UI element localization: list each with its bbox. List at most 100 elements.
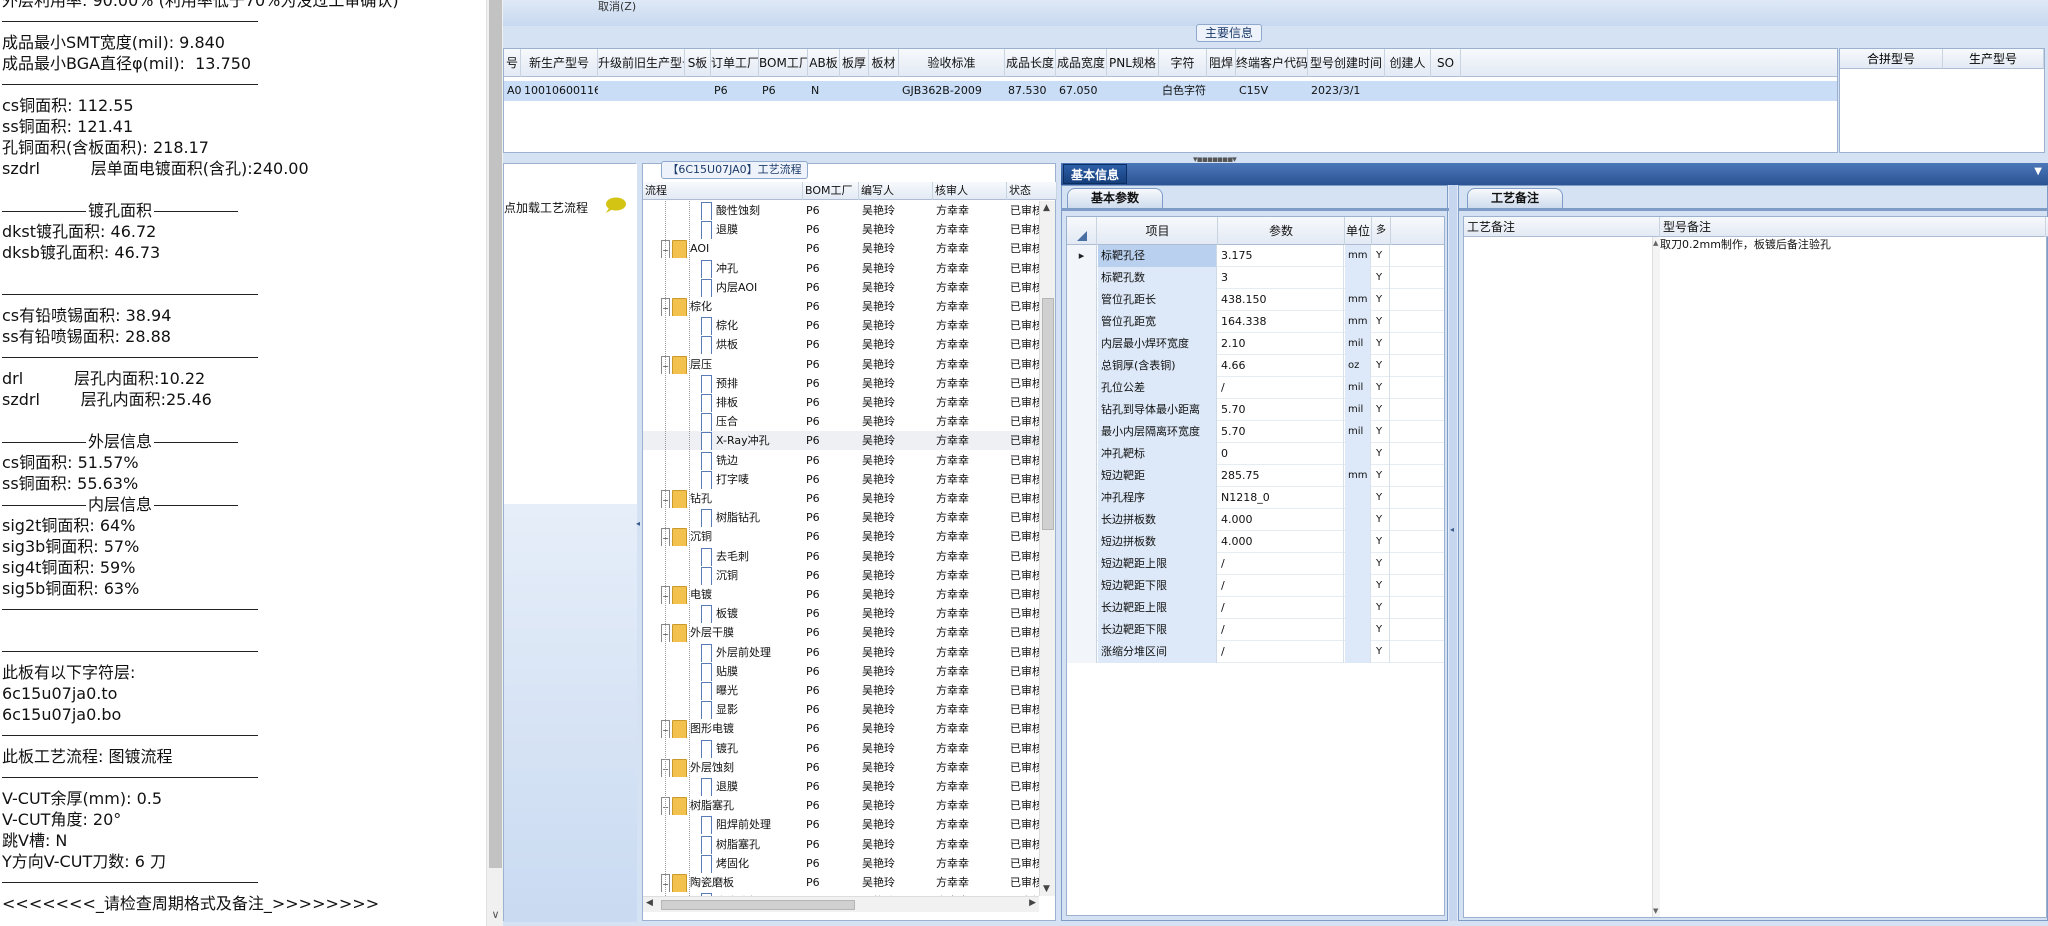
vertical-splitter[interactable]: ◂ xyxy=(1449,185,1457,921)
param-cell-unit[interactable]: mm xyxy=(1345,311,1371,333)
param-row[interactable]: 长边拼板数 4.000 Y xyxy=(1067,509,1444,531)
col-status[interactable]: 状态 xyxy=(1007,182,1057,200)
main-info-cell[interactable] xyxy=(1207,81,1236,101)
param-cell-unit[interactable] xyxy=(1345,619,1371,641)
main-info-cell[interactable]: 2023/3/1 xyxy=(1308,81,1385,101)
param-cell-unit[interactable]: mil xyxy=(1345,399,1371,421)
main-info-col-header[interactable]: 订单工厂 xyxy=(711,49,759,77)
param-row[interactable]: 总铜厚(含表铜) 4.66 oz Y xyxy=(1067,355,1444,377)
tree-row[interactable]: 打字唛 P6 吴艳玲 方幸幸 已审核 xyxy=(643,470,1039,489)
tree-node[interactable]: − 棕化 xyxy=(661,297,803,316)
param-row[interactable]: 长边靶距下限 / Y xyxy=(1067,619,1444,641)
param-cell-unit[interactable] xyxy=(1345,531,1371,553)
main-info-cell[interactable] xyxy=(685,81,711,101)
param-row[interactable]: 管位孔距宽 164.338 mm Y xyxy=(1067,311,1444,333)
tree-node[interactable]: 预排 xyxy=(701,374,803,393)
tree-node[interactable]: 排板 xyxy=(701,393,803,412)
param-cell-unit[interactable] xyxy=(1345,487,1371,509)
tree-node[interactable]: 冲孔 xyxy=(701,259,803,278)
tree-node[interactable]: X-Ray冲孔 xyxy=(701,431,803,450)
tree-node[interactable]: 烤固化 xyxy=(701,854,803,873)
tree-row[interactable]: 树脂塞孔 P6 吴艳玲 方幸幸 已审核 xyxy=(643,835,1039,854)
param-cell-value[interactable]: 4.000 xyxy=(1218,509,1344,531)
param-cell-value[interactable]: 3 xyxy=(1218,267,1344,289)
notes-scrollbar[interactable]: ▲ ▼ xyxy=(1652,237,1660,917)
tree-row[interactable]: 铣边 P6 吴艳玲 方幸幸 已审核 xyxy=(643,451,1039,470)
tree-node[interactable]: − 外层干膜 xyxy=(661,623,803,642)
param-cell-flag[interactable]: Y xyxy=(1372,355,1390,377)
tree-row[interactable]: 阻焊前处理 P6 吴艳玲 方幸幸 已审核 xyxy=(643,815,1039,834)
dropdown-arrow-icon[interactable]: ▼ xyxy=(2034,166,2042,177)
col-multi[interactable]: 多 xyxy=(1372,217,1391,245)
tree-row[interactable]: 外层前处理 P6 吴艳玲 方幸幸 已审核 xyxy=(643,643,1039,662)
scrollbar-thumb[interactable] xyxy=(489,0,502,868)
col-model-note[interactable]: 型号备注 xyxy=(1660,217,2046,237)
tree-row[interactable]: 酸性蚀刻 P6 吴艳玲 方幸幸 已审核 xyxy=(643,201,1039,220)
col-flow[interactable]: 流程 xyxy=(643,182,803,200)
param-row[interactable]: 标靶孔数 3 Y xyxy=(1067,267,1444,289)
tree-horizontal-scrollbar[interactable]: ◀ ▶ xyxy=(643,896,1039,912)
tree-node[interactable]: 沉铜 xyxy=(701,566,803,585)
param-row[interactable]: 最小内层隔离环宽度 5.70 mil Y xyxy=(1067,421,1444,443)
main-info-cell[interactable]: N xyxy=(808,81,840,101)
param-cell-unit[interactable]: oz xyxy=(1345,355,1371,377)
tree-node[interactable]: 树脂塞孔 xyxy=(701,835,803,854)
param-cell-flag[interactable]: Y xyxy=(1372,487,1390,509)
tab-basic-params[interactable]: 基本参数 xyxy=(1067,188,1163,208)
param-cell-value[interactable]: 3.175 xyxy=(1218,245,1344,267)
tree-node[interactable]: 铣边 xyxy=(701,451,803,470)
tree-row[interactable]: 沉铜 P6 吴艳玲 方幸幸 已审核 xyxy=(643,566,1039,585)
tree-node[interactable]: 曝光 xyxy=(701,681,803,700)
param-cell-item[interactable]: 管位孔距长 xyxy=(1098,289,1217,311)
param-cell-flag[interactable]: Y xyxy=(1372,267,1390,289)
load-flow-link[interactable]: 点加载工艺流程 xyxy=(504,199,588,216)
tree-node[interactable]: 内层AOI xyxy=(701,278,803,297)
main-info-cell[interactable] xyxy=(598,81,685,101)
tree-row[interactable]: − 钻孔 P6 吴艳玲 方幸幸 已审核 xyxy=(643,489,1039,508)
tree-row[interactable]: 预排 P6 吴艳玲 方幸幸 已审核 xyxy=(643,374,1039,393)
scroll-right-icon[interactable]: ▶ xyxy=(1029,898,1036,908)
param-cell-value[interactable]: 438.150 xyxy=(1218,289,1344,311)
param-cell-item[interactable]: 长边拼板数 xyxy=(1098,509,1217,531)
main-info-cell[interactable] xyxy=(1107,81,1159,101)
scroll-down-arrow-icon[interactable]: ∨ xyxy=(489,908,502,924)
param-cell-item[interactable]: 长边靶距上限 xyxy=(1098,597,1217,619)
tree-row[interactable]: 烤固化 P6 吴艳玲 方幸幸 已审核 xyxy=(643,854,1039,873)
tree-node[interactable]: − AOI xyxy=(661,239,803,258)
main-info-col-header[interactable]: 升级前旧生产型号 xyxy=(598,49,685,77)
tree-row[interactable]: − 外层干膜 P6 吴艳玲 方幸幸 已审核 xyxy=(643,623,1039,642)
param-cell-flag[interactable]: Y xyxy=(1372,531,1390,553)
param-cell-unit[interactable]: mm xyxy=(1345,465,1371,487)
param-row[interactable]: 内层最小焊环宽度 2.10 mil Y xyxy=(1067,333,1444,355)
tree-node[interactable]: 去毛刺 xyxy=(701,547,803,566)
param-cell-item[interactable]: 涨缩分堆区间 xyxy=(1098,641,1217,663)
param-cell-unit[interactable] xyxy=(1345,443,1371,465)
tree-row[interactable]: − AOI P6 吴艳玲 方幸幸 已审核 xyxy=(643,239,1039,258)
param-row[interactable]: 孔位公差 / mil Y xyxy=(1067,377,1444,399)
param-cell-flag[interactable]: Y xyxy=(1372,377,1390,399)
param-cell-item[interactable]: 标靶孔数 xyxy=(1098,267,1217,289)
param-cell-item[interactable]: 孔位公差 xyxy=(1098,377,1217,399)
param-cell-flag[interactable]: Y xyxy=(1372,575,1390,597)
tree-node[interactable]: 棕化 xyxy=(701,316,803,335)
tree-row[interactable]: 烘板 P6 吴艳玲 方幸幸 已审核 xyxy=(643,335,1039,354)
param-cell-unit[interactable]: mil xyxy=(1345,421,1371,443)
param-cell-item[interactable]: 冲孔程序 xyxy=(1098,487,1217,509)
param-cell-flag[interactable]: Y xyxy=(1372,421,1390,443)
tree-node[interactable]: 烘板 xyxy=(701,335,803,354)
scrollbar-thumb[interactable] xyxy=(661,900,855,910)
param-cell-unit[interactable] xyxy=(1345,641,1371,663)
param-cell-unit[interactable]: mil xyxy=(1345,377,1371,399)
param-cell-item[interactable]: 最小内层隔离环宽度 xyxy=(1098,421,1217,443)
tree-node[interactable]: − 图形电镀 xyxy=(661,719,803,738)
tree-row[interactable]: 树脂钻孔 P6 吴艳玲 方幸幸 已审核 xyxy=(643,508,1039,527)
col-merge-model[interactable]: 合拼型号 xyxy=(1840,49,1943,69)
main-info-col-header[interactable]: 新生产型号 xyxy=(521,49,598,77)
param-cell-item[interactable]: 短边拼板数 xyxy=(1098,531,1217,553)
param-row[interactable]: 管位孔距长 438.150 mm Y xyxy=(1067,289,1444,311)
main-info-col-header[interactable]: 型号创建时间 xyxy=(1308,49,1385,77)
tree-row[interactable]: 退膜 P6 吴艳玲 方幸幸 已审核 xyxy=(643,220,1039,239)
main-info-col-header[interactable]: 终端客户代码 xyxy=(1236,49,1308,77)
param-cell-value[interactable]: / xyxy=(1218,377,1344,399)
tree-node[interactable]: 压合 xyxy=(701,412,803,431)
